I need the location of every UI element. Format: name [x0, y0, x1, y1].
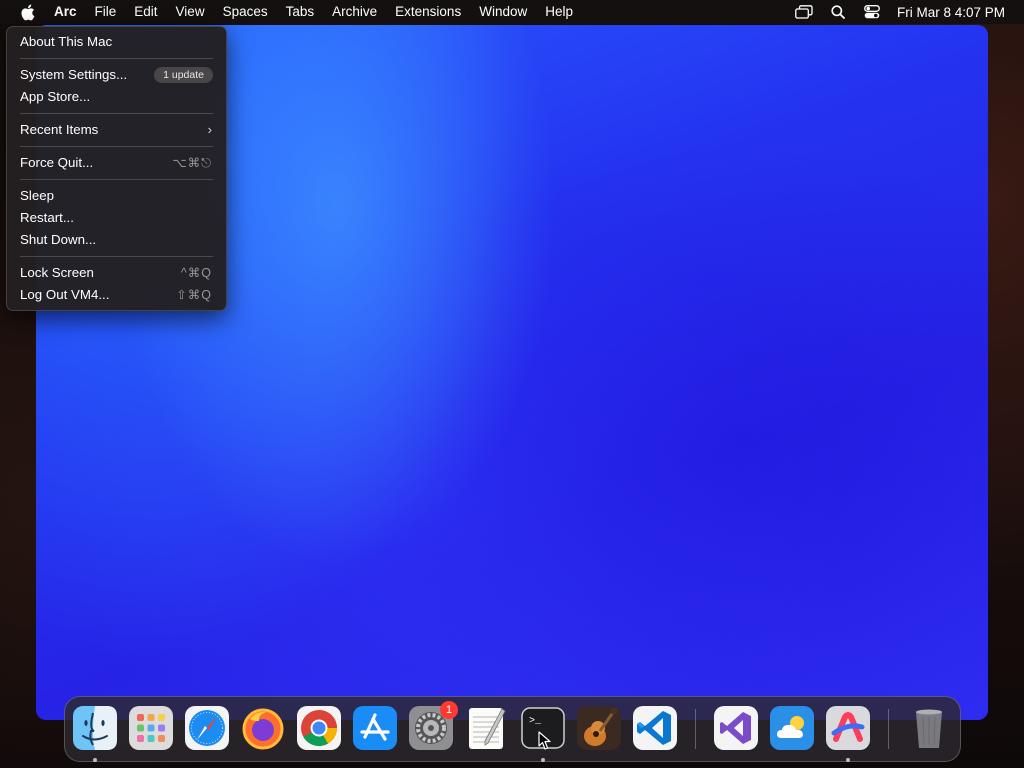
menu-item-force-quit[interactable]: Force Quit... ⌥⌘⎋ [7, 152, 226, 174]
weather-icon[interactable] [769, 705, 815, 751]
spotlight-search-icon[interactable] [827, 0, 849, 24]
launchpad-icon[interactable] [128, 705, 174, 751]
menu-item-label: System Settings... [20, 67, 128, 82]
textedit-icon[interactable] [464, 705, 510, 751]
chevron-right-icon: › [207, 122, 212, 137]
menu-item-shut-down[interactable]: Shut Down... [7, 229, 226, 251]
mouse-pointer-icon [538, 731, 551, 750]
menu-item-recent-items[interactable]: Recent Items › [7, 119, 226, 141]
menu-separator [20, 256, 213, 257]
running-indicator [93, 758, 97, 762]
menu-item-label: Shut Down... [20, 232, 97, 247]
menu-item-label: Force Quit... [20, 155, 94, 170]
keyboard-shortcut: ^⌘Q [180, 266, 212, 280]
menu-item-lock-screen[interactable]: Lock Screen ^⌘Q [7, 262, 226, 284]
dock: 1 >_ [64, 696, 961, 762]
control-center-icon[interactable] [861, 0, 883, 24]
apple-menu-dropdown: About This Mac System Settings... 1 upda… [6, 26, 227, 311]
safari-icon[interactable] [184, 705, 230, 751]
menu-item-system-settings[interactable]: System Settings... 1 update [7, 64, 226, 86]
keyboard-shortcut: ⌥⌘⎋ [172, 156, 212, 170]
garageband-icon[interactable] [576, 705, 622, 751]
running-indicator [541, 758, 545, 762]
running-indicator [846, 758, 850, 762]
menu-item-about-this-mac[interactable]: About This Mac [7, 31, 226, 53]
menu-item-label: About This Mac [20, 34, 113, 49]
menu-item-log-out[interactable]: Log Out VM4... ⇧⌘Q [7, 284, 226, 306]
menu-item-label: Log Out VM4... [20, 287, 110, 302]
menu-extensions[interactable]: Extensions [386, 0, 470, 24]
menu-item-label: Sleep [20, 188, 55, 203]
svg-text:>_: >_ [529, 716, 542, 727]
arc-icon[interactable] [825, 705, 871, 751]
menu-bar: Arc File Edit View Spaces Tabs Archive E… [0, 0, 1024, 24]
dock-divider [888, 709, 889, 749]
menu-file[interactable]: File [86, 0, 126, 24]
dock-divider [695, 709, 696, 749]
app-store-icon[interactable] [352, 705, 398, 751]
menu-item-label: Lock Screen [20, 265, 94, 280]
vscode-icon[interactable] [632, 705, 678, 751]
menu-separator [20, 58, 213, 59]
menu-item-app-store[interactable]: App Store... [7, 86, 226, 108]
finder-icon[interactable] [72, 705, 118, 751]
firefox-icon[interactable] [240, 705, 286, 751]
system-settings-icon[interactable]: 1 [408, 701, 458, 751]
update-badge: 1 update [154, 67, 213, 83]
visual-studio-icon[interactable] [713, 705, 759, 751]
menu-item-sleep[interactable]: Sleep [7, 185, 226, 207]
screen-mirroring-icon[interactable] [793, 0, 815, 24]
menu-item-label: Restart... [20, 210, 74, 225]
chrome-icon[interactable] [296, 705, 342, 751]
menu-window[interactable]: Window [470, 0, 536, 24]
menu-separator [20, 113, 213, 114]
menu-edit[interactable]: Edit [125, 0, 166, 24]
menu-archive[interactable]: Archive [323, 0, 386, 24]
menu-item-label: App Store... [20, 89, 91, 104]
menu-app-name[interactable]: Arc [45, 0, 86, 24]
menu-item-label: Recent Items [20, 122, 99, 137]
menu-separator [20, 146, 213, 147]
trash-icon[interactable] [906, 705, 952, 751]
menu-separator [20, 179, 213, 180]
keyboard-shortcut: ⇧⌘Q [176, 288, 212, 302]
notification-badge: 1 [440, 701, 458, 719]
menu-item-restart[interactable]: Restart... [7, 207, 226, 229]
menu-help[interactable]: Help [536, 0, 582, 24]
menu-view[interactable]: View [167, 0, 214, 24]
menu-tabs[interactable]: Tabs [277, 0, 324, 24]
menu-spaces[interactable]: Spaces [214, 0, 277, 24]
apple-menu-icon[interactable] [17, 0, 37, 24]
menu-bar-clock[interactable]: Fri Mar 8 4:07 PM [897, 5, 1005, 20]
